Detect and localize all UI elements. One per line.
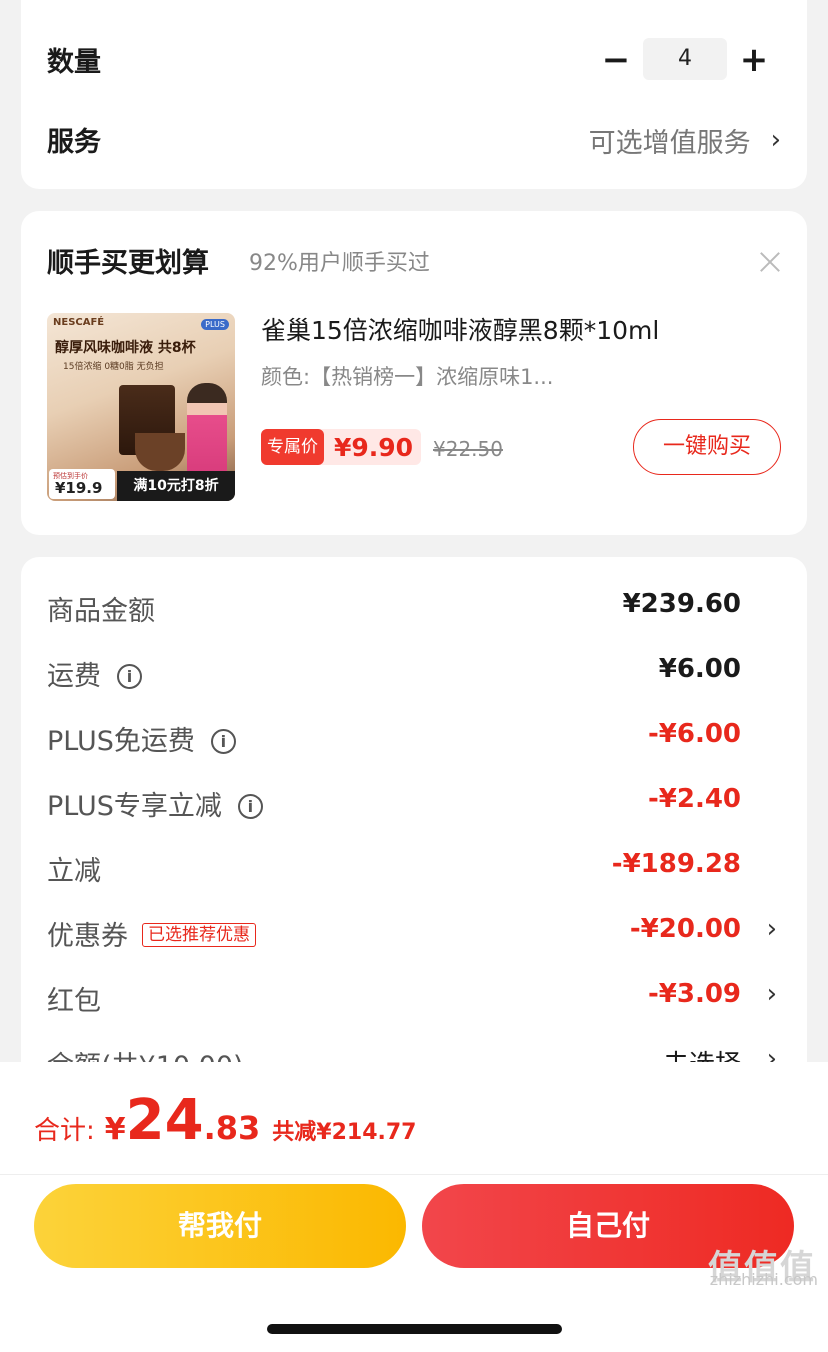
quantity-value[interactable]: 4 — [643, 38, 727, 80]
image-headline: 醇厚风味咖啡液 共8杯 — [55, 340, 196, 356]
plus-discount-label: PLUS专享立减 — [47, 791, 222, 822]
exclusive-price-label: 专属价 — [261, 429, 324, 465]
image-subline: 15倍浓缩 0糖0脂 无负担 — [63, 362, 164, 372]
image-promo: 满10元打8折 — [117, 471, 235, 501]
summary-label: 商品金额 — [47, 596, 155, 627]
product-image[interactable]: NESCAFÉ PLUS 醇厚风味咖啡液 共8杯 15倍浓缩 0糖0脂 无负担 … — [47, 313, 235, 501]
upsell-title: 顺手买更划算 — [47, 248, 209, 279]
total-integer: 24 — [125, 1088, 204, 1153]
summary-value: -¥3.09 — [647, 979, 741, 1009]
summary-row-shipping: 运费 i ¥6.00 — [21, 646, 807, 696]
home-indicator[interactable] — [267, 1324, 562, 1334]
divider — [0, 1174, 828, 1175]
service-selector[interactable]: 可选增值服务 › — [589, 120, 781, 160]
image-price: ¥19.9 — [55, 479, 103, 497]
summary-row-instant-discount: 立减 -¥189.28 — [21, 841, 807, 891]
price-summary-card: 商品金额 ¥239.60 运费 i ¥6.00 PLUS免运费 i -¥6.00 P… — [21, 557, 807, 1117]
summary-value: -¥6.00 — [647, 719, 741, 749]
summary-label: 运费 i — [47, 654, 142, 693]
quantity-decrease-button[interactable]: − — [601, 38, 631, 82]
brand-logo: NESCAFÉ — [53, 317, 105, 328]
close-icon[interactable] — [755, 247, 785, 277]
one-click-buy-button[interactable]: 一键购买 — [633, 419, 781, 475]
model-graphic — [187, 383, 227, 483]
summary-row-red-packet[interactable]: 红包 -¥3.09 › — [21, 971, 807, 1021]
summary-value: ¥6.00 — [658, 654, 741, 684]
summary-label: 立减 — [47, 856, 101, 887]
plus-badge: PLUS — [201, 319, 229, 330]
total-row: 合计: ¥ 24 .83 共减¥214.77 — [34, 1088, 416, 1153]
total-currency: ¥ — [104, 1112, 126, 1147]
quantity-increase-button[interactable]: + — [737, 38, 771, 82]
chevron-right-icon[interactable]: › — [767, 979, 777, 1009]
product-title[interactable]: 雀巢15倍浓缩咖啡液醇黑8颗*10ml — [261, 311, 659, 347]
info-icon[interactable]: i — [237, 794, 263, 819]
summary-row-plus-discount: PLUS专享立减 i -¥2.40 — [21, 776, 807, 826]
exclusive-price: ¥9.90 — [334, 432, 414, 462]
total-saved: 共减¥214.77 — [272, 1120, 417, 1145]
info-icon[interactable]: i — [210, 729, 236, 754]
service-value: 可选增值服务 — [588, 127, 751, 159]
product-variant[interactable]: 颜色:【热销榜一】浓缩原味1... — [261, 361, 553, 391]
coupon-selected-tag: 已选推荐优惠 — [142, 923, 256, 947]
summary-label: PLUS免运费 i — [47, 719, 236, 758]
summary-label: PLUS专享立减 i — [47, 784, 263, 823]
summary-value: -¥20.00 — [629, 914, 741, 944]
chevron-right-icon[interactable]: › — [767, 914, 777, 944]
summary-row-goods: 商品金额 ¥239.60 — [21, 581, 807, 631]
coupon-label: 优惠券 — [47, 921, 128, 952]
upsell-card: 顺手买更划算 92%用户顺手买过 NESCAFÉ PLUS 醇厚风味咖啡液 共8… — [21, 211, 807, 535]
chevron-right-icon: › — [770, 125, 781, 155]
shipping-label: 运费 — [47, 661, 101, 692]
exclusive-price-badge: 专属价 ¥9.90 — [261, 429, 422, 465]
help-me-pay-button[interactable]: 帮我付 — [34, 1184, 406, 1268]
summary-label: 红包 — [47, 986, 101, 1017]
watermark-url: zhizhizhi.com — [709, 1270, 818, 1289]
quantity-service-card: 数量 − 4 + 服务 可选增值服务 › — [21, 0, 807, 189]
total-decimal: .83 — [203, 1109, 261, 1147]
summary-label: 优惠券 已选推荐优惠 — [47, 914, 256, 953]
info-icon[interactable]: i — [117, 664, 142, 689]
checkout-bar: 合计: ¥ 24 .83 共减¥214.77 帮我付 自己付 值值值 zhizh… — [0, 1062, 828, 1352]
plus-free-shipping-label: PLUS免运费 — [47, 726, 195, 757]
total-label: 合计: — [34, 1116, 95, 1146]
summary-row-plus-free-shipping: PLUS免运费 i -¥6.00 — [21, 711, 807, 761]
summary-row-coupon[interactable]: 优惠券 已选推荐优惠 -¥20.00 › — [21, 906, 807, 956]
service-label: 服务 — [47, 127, 101, 158]
coffee-cup-graphic — [135, 433, 185, 471]
summary-value: -¥189.28 — [611, 849, 741, 879]
original-price: ¥22.50 — [433, 437, 503, 461]
upsell-subtitle: 92%用户顺手买过 — [249, 251, 430, 276]
summary-value: ¥239.60 — [622, 589, 741, 619]
quantity-label: 数量 — [47, 47, 101, 78]
summary-value: -¥2.40 — [647, 784, 741, 814]
